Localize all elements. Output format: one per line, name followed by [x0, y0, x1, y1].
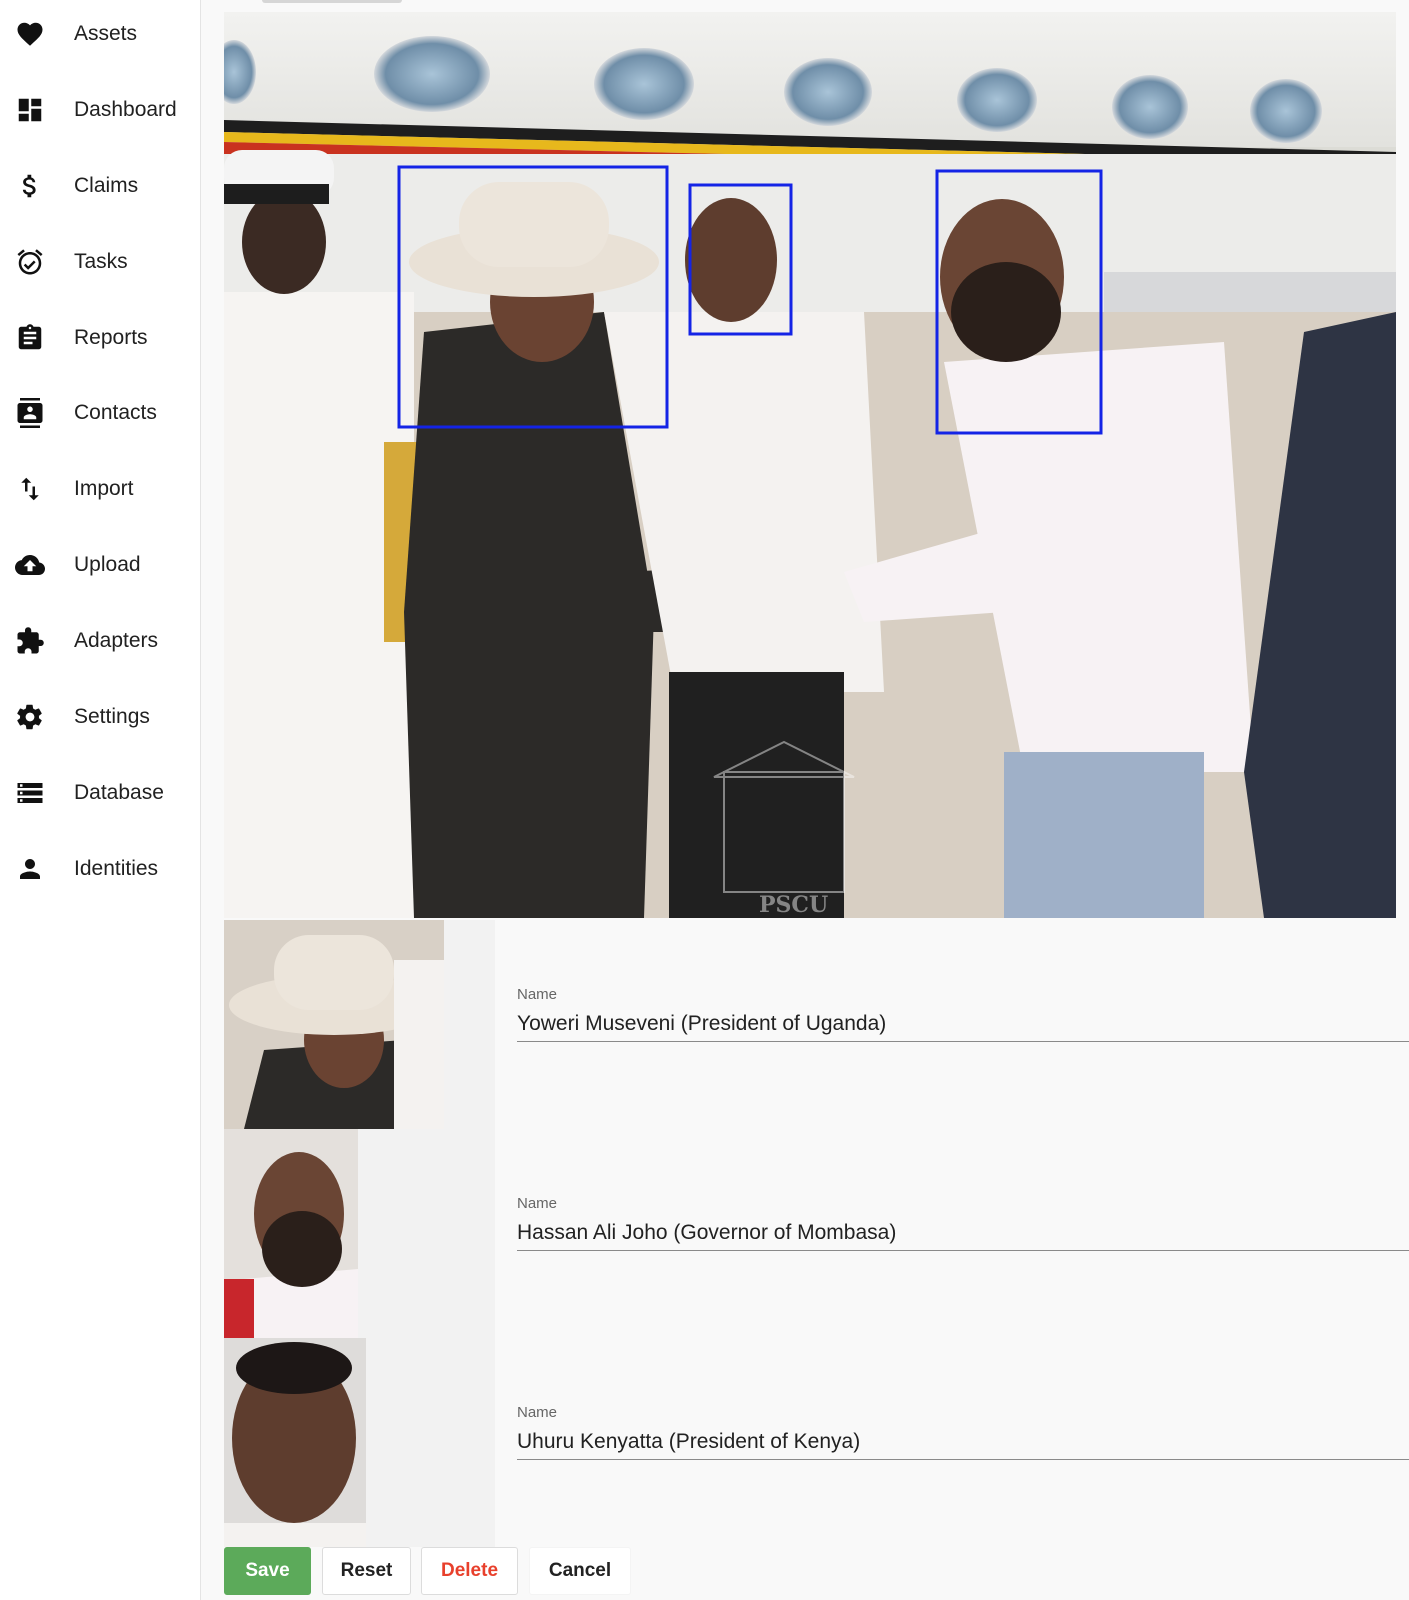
contact-card-icon	[14, 397, 46, 429]
name-input[interactable]	[517, 1215, 1409, 1251]
face-thumbnail[interactable]	[224, 1129, 358, 1338]
dollar-icon	[14, 170, 46, 202]
heart-icon	[14, 18, 46, 50]
sidebar-item-label: Dashboard	[74, 98, 177, 121]
sidebar-item-reports[interactable]: Reports	[0, 308, 200, 368]
sidebar-item-settings[interactable]: Settings	[0, 687, 200, 747]
clipboard-icon	[14, 322, 46, 354]
sidebar-item-label: Claims	[74, 174, 139, 197]
sidebar-item-upload[interactable]: Upload	[0, 535, 200, 595]
person-icon	[14, 853, 46, 885]
sidebar: Assets Dashboard Claims Tasks Reports Co…	[0, 0, 201, 1600]
asset-photo: PSCU	[224, 12, 1396, 918]
sidebar-item-label: Upload	[74, 553, 141, 576]
thumb-column	[224, 920, 495, 1129]
sidebar-item-adapters[interactable]: Adapters	[0, 611, 200, 671]
sidebar-item-database[interactable]: Database	[0, 763, 200, 823]
name-field-label: Name	[517, 1195, 558, 1212]
name-input[interactable]	[517, 1424, 1409, 1460]
sidebar-item-label: Contacts	[74, 401, 157, 424]
thumb-column	[224, 1129, 495, 1338]
sidebar-item-tasks[interactable]: Tasks	[0, 232, 200, 292]
sidebar-item-assets[interactable]: Assets	[0, 4, 200, 64]
top-tab-stub	[262, 0, 402, 3]
sidebar-item-claims[interactable]: Claims	[0, 156, 200, 216]
sidebar-item-label: Reports	[74, 326, 148, 349]
sidebar-item-label: Assets	[74, 22, 138, 45]
save-button[interactable]: Save	[224, 1547, 311, 1595]
swap-vertical-icon	[14, 473, 46, 505]
sidebar-item-dashboard[interactable]: Dashboard	[0, 80, 200, 140]
list-icon	[14, 777, 46, 809]
thumb-column	[224, 1338, 495, 1547]
face-row: Name	[224, 1338, 1409, 1547]
sidebar-item-label: Settings	[74, 705, 150, 728]
sidebar-item-import[interactable]: Import	[0, 459, 200, 519]
face-thumbnail[interactable]	[224, 1338, 366, 1547]
svg-text:PSCU: PSCU	[759, 892, 828, 918]
delete-button[interactable]: Delete	[421, 1547, 518, 1595]
sidebar-item-label: Adapters	[74, 629, 159, 652]
sidebar-item-contacts[interactable]: Contacts	[0, 383, 200, 443]
name-input[interactable]	[517, 1006, 1409, 1042]
face-thumbnail[interactable]	[224, 920, 444, 1129]
alarm-clock-icon	[14, 246, 46, 278]
sidebar-item-label: Identities	[74, 857, 159, 880]
dashboard-icon	[14, 94, 46, 126]
sidebar-item-label: Database	[74, 781, 164, 804]
name-field-label: Name	[517, 1404, 558, 1421]
sidebar-item-label: Import	[74, 477, 134, 500]
reset-button[interactable]: Reset	[322, 1547, 411, 1595]
sidebar-item-label: Tasks	[74, 250, 128, 273]
cloud-upload-icon	[14, 549, 46, 581]
face-row: Name	[224, 1129, 1409, 1338]
cancel-button[interactable]: Cancel	[529, 1547, 631, 1595]
face-row: Name	[224, 920, 1409, 1129]
name-field-label: Name	[517, 986, 558, 1003]
sidebar-item-identities[interactable]: Identities	[0, 839, 200, 899]
puzzle-icon	[14, 625, 46, 657]
gear-icon	[14, 701, 46, 733]
